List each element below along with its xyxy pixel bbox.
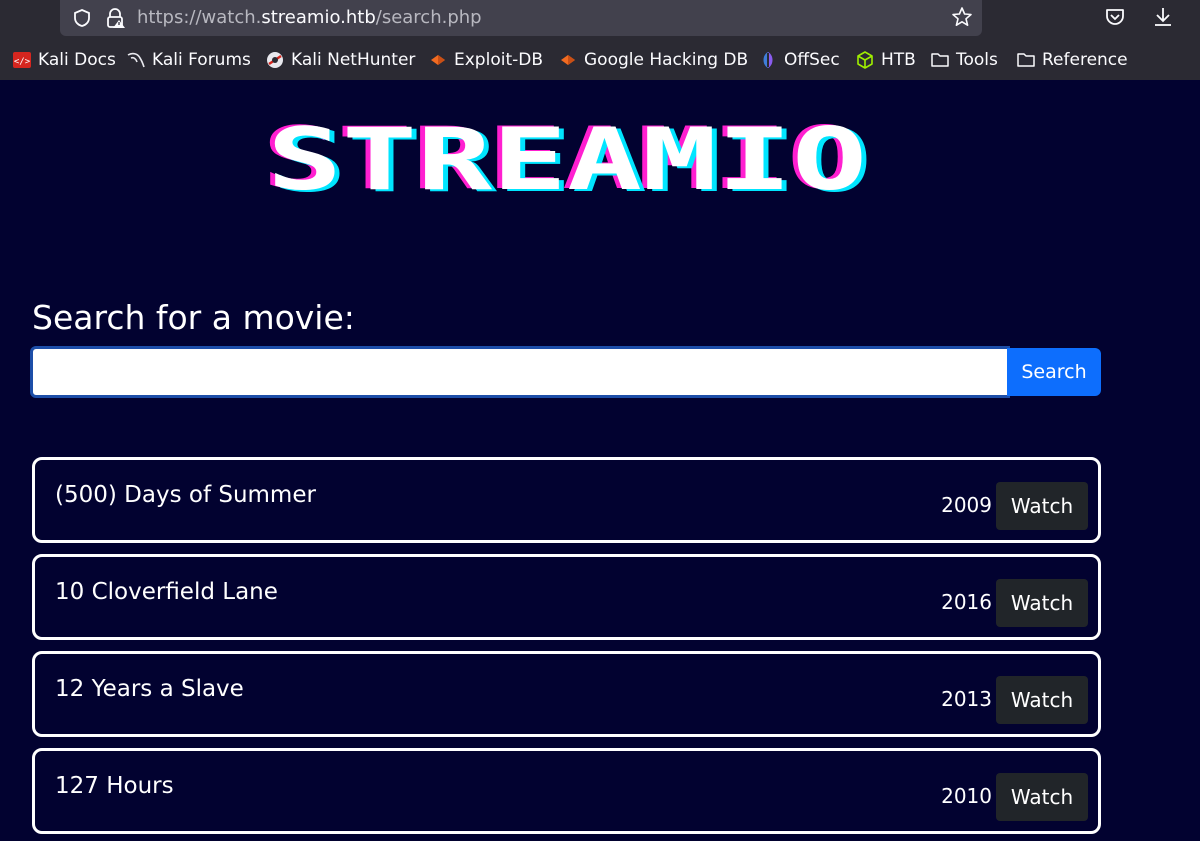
svg-text:</>: </> xyxy=(14,57,31,67)
bookmark-label: HTB xyxy=(881,50,916,70)
search-button[interactable]: Search xyxy=(1007,348,1101,396)
movie-title: (500) Days of Summer xyxy=(55,482,316,508)
exploit-db-icon xyxy=(431,55,445,65)
watch-button[interactable]: Watch xyxy=(996,773,1088,821)
bookmark-kali-docs[interactable]: </> Kali Docs xyxy=(12,40,116,80)
kali-docs-icon: </> xyxy=(13,52,31,68)
bookmark-label: Kali Forums xyxy=(152,50,251,70)
kali-dragon-icon xyxy=(127,52,145,68)
url-text[interactable]: https://watch.streamio.htb/search.php xyxy=(137,7,482,28)
url-path: /search.php xyxy=(375,7,482,28)
url-domain: streamio.htb xyxy=(261,7,376,28)
bookmark-folder-tools[interactable]: Tools xyxy=(930,40,998,80)
bookmark-exploit-db[interactable]: Exploit-DB xyxy=(428,40,543,80)
bookmark-star-icon[interactable] xyxy=(950,5,974,29)
bookmark-label: Reference xyxy=(1042,50,1128,70)
bookmark-google-hacking-db[interactable]: Google Hacking DB xyxy=(558,40,748,80)
shield-icon[interactable] xyxy=(72,8,92,28)
bookmark-offsec[interactable]: OffSec xyxy=(758,40,840,80)
nethunter-icon xyxy=(267,52,283,68)
bookmark-folder-reference[interactable]: Reference xyxy=(1016,40,1128,80)
folder-icon xyxy=(1017,53,1035,67)
movie-title: 127 Hours xyxy=(55,773,174,799)
bookmarks-bar: </> Kali Docs Kali Forums Kali NetHunter… xyxy=(0,40,1200,80)
movie-card: 12 Years a Slave 2013 Watch xyxy=(32,651,1101,737)
movie-card: 10 Cloverfield Lane 2016 Watch xyxy=(32,554,1101,640)
bookmark-label: Google Hacking DB xyxy=(584,50,749,70)
bookmark-kali-nethunter[interactable]: Kali NetHunter xyxy=(265,40,415,80)
bookmark-kali-forums[interactable]: Kali Forums xyxy=(126,40,251,80)
movie-year: 2016 xyxy=(941,590,992,614)
bookmark-label: Tools xyxy=(956,50,998,70)
browser-toolbar: https://watch.streamio.htb/search.php xyxy=(0,0,1200,40)
watch-button[interactable]: Watch xyxy=(996,579,1088,627)
search-input[interactable] xyxy=(30,346,1010,398)
url-prefix: https://watch. xyxy=(137,7,262,28)
bookmark-htb[interactable]: HTB xyxy=(855,40,916,80)
movie-title: 12 Years a Slave xyxy=(55,676,244,702)
ghdb-icon xyxy=(561,55,575,65)
htb-cube-icon xyxy=(857,51,873,69)
insecure-lock-icon[interactable] xyxy=(104,7,126,29)
bookmark-label: Kali Docs xyxy=(38,50,116,70)
bookmark-label: OffSec xyxy=(784,50,840,70)
movie-card: (500) Days of Summer 2009 Watch xyxy=(32,457,1101,543)
movie-title: 10 Cloverfield Lane xyxy=(55,579,278,605)
folder-icon xyxy=(931,53,949,67)
streamio-logo: STREAMIO STREAMIO STREAMIO xyxy=(262,116,872,200)
watch-button[interactable]: Watch xyxy=(996,676,1088,724)
offsec-icon xyxy=(763,52,773,68)
watch-button[interactable]: Watch xyxy=(996,482,1088,530)
pocket-icon[interactable] xyxy=(1103,5,1127,29)
download-icon[interactable] xyxy=(1150,4,1176,30)
bookmark-label: Exploit-DB xyxy=(454,50,543,70)
movie-year: 2009 xyxy=(941,493,992,517)
logo-text: STREAMIO xyxy=(267,116,867,200)
movie-year: 2010 xyxy=(941,784,992,808)
bookmark-label: Kali NetHunter xyxy=(291,50,416,70)
movie-card: 127 Hours 2010 Watch xyxy=(32,748,1101,834)
movie-year: 2013 xyxy=(941,687,992,711)
search-heading: Search for a movie: xyxy=(32,298,355,337)
